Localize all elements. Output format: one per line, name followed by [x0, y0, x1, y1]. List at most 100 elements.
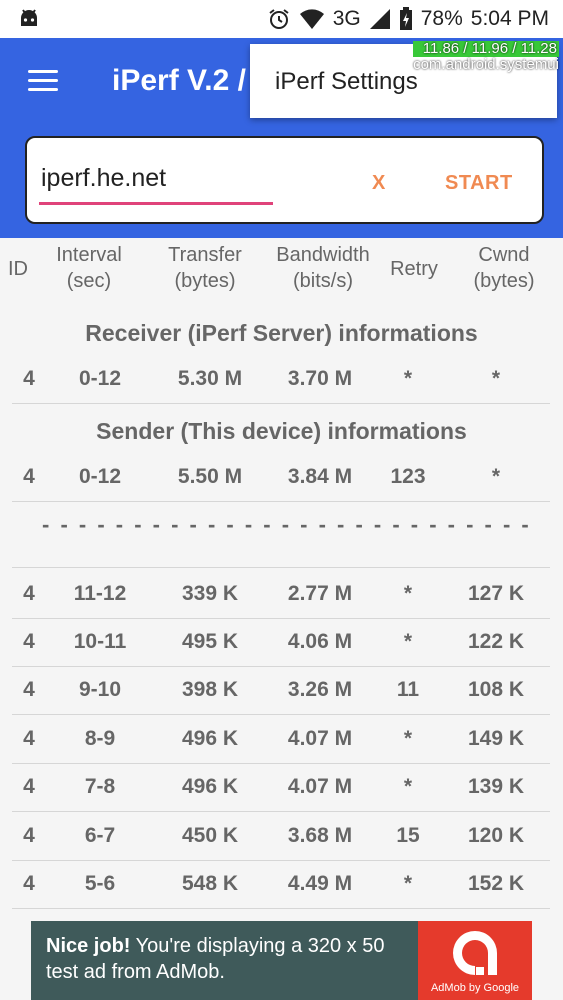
table-row: 4 9-10 398 K 3.26 M 11 108 K — [12, 666, 550, 715]
table-row: 4 5-6 548 K 4.49 M * 152 K — [12, 860, 550, 909]
sender-title: Sender (This device) informations — [96, 418, 467, 444]
cell-retry: 15 — [396, 824, 420, 847]
ad-text: Nice job! You're displaying a 320 x 50 t… — [46, 933, 416, 985]
clock: 5:04 PM — [470, 7, 549, 30]
cell-interval: 0-12 — [78, 367, 122, 390]
cell-transfer: 496 K — [181, 727, 239, 750]
signal-icon — [369, 9, 390, 29]
cell-retry: * — [403, 367, 413, 390]
cell-interval: 8-9 — [84, 727, 116, 750]
cell-bandwidth: 3.68 M — [287, 824, 353, 847]
cell-transfer: 339 K — [181, 582, 239, 605]
cell-transfer: 5.30 M — [177, 367, 243, 390]
menu-hamburger-icon[interactable] — [28, 68, 60, 92]
cell-bandwidth: 3.26 M — [287, 678, 353, 701]
cell-cwnd: 127 K — [467, 582, 525, 605]
header-id: ID — [8, 258, 28, 280]
clear-button[interactable]: X — [372, 172, 385, 195]
header-interval-unit: (sec) — [66, 270, 112, 292]
table-row: 4 11-12 339 K 2.77 M * 127 K — [12, 570, 550, 619]
cell-cwnd: 152 K — [467, 872, 525, 895]
cell-interval: 7-8 — [84, 775, 116, 798]
header-transfer-label: Transfer — [168, 244, 242, 266]
cell-id: 4 — [23, 727, 35, 750]
table-row: 4 7-8 496 K 4.07 M * 139 K — [12, 763, 550, 812]
cell-bandwidth: 4.06 M — [287, 630, 353, 653]
cell-transfer: 495 K — [181, 630, 239, 653]
host-input[interactable] — [41, 164, 271, 193]
cell-cwnd: 120 K — [467, 824, 525, 847]
cell-id: 4 — [23, 872, 35, 895]
ad-banner[interactable]: Nice job! You're displaying a 320 x 50 t… — [31, 921, 532, 1000]
cell-retry: * — [403, 630, 413, 653]
android-icon — [21, 9, 37, 26]
results-header: ID Interval (sec) Transfer (bytes) Bandw… — [0, 238, 563, 302]
cell-transfer: 450 K — [181, 824, 239, 847]
cell-retry: * — [403, 727, 413, 750]
cell-interval: 0-12 — [78, 465, 122, 488]
cell-bandwidth: 4.07 M — [287, 775, 353, 798]
ad-attribution: AdMob by Google — [430, 982, 520, 994]
admob-icon — [453, 931, 497, 975]
cell-transfer: 548 K — [181, 872, 239, 895]
table-row: 4 10-11 495 K 4.06 M * 122 K — [12, 618, 550, 667]
receiver-title: Receiver (iPerf Server) informations — [85, 320, 478, 346]
cell-interval: 10-11 — [73, 630, 127, 653]
sender-row: 4 0-12 5.50 M 3.84 M 123 * — [12, 453, 550, 502]
app-title: iPerf V.2 / — [112, 64, 246, 97]
cell-cwnd: 139 K — [467, 775, 525, 798]
cell-interval: 6-7 — [84, 824, 116, 847]
alarm-icon — [269, 9, 289, 29]
status-bar: 3G 78% 5:04 PM — [0, 0, 563, 38]
cell-cwnd: 108 K — [467, 678, 525, 701]
header-interval-label: Interval — [56, 244, 122, 266]
cell-cwnd: 122 K — [467, 630, 525, 653]
cell-retry: 123 — [390, 465, 426, 488]
header-bandwidth-unit: (bits/s) — [293, 270, 353, 292]
header-cwnd: Cwnd (bytes) — [462, 242, 546, 294]
header-cwnd-unit: (bytes) — [473, 270, 535, 292]
header-retry: Retry — [390, 258, 438, 280]
table-row: 4 6-7 450 K 3.68 M 15 120 K — [12, 812, 550, 861]
cell-bandwidth: 4.49 M — [287, 872, 353, 895]
receiver-row: 4 0-12 5.30 M 3.70 M * * — [12, 355, 550, 404]
cell-id: 4 — [23, 465, 35, 488]
menu-item-iperf-settings[interactable]: iPerf Settings — [275, 68, 418, 96]
header-bandwidth-label: Bandwidth — [276, 244, 370, 266]
cell-interval: 11-12 — [73, 582, 127, 605]
header-bandwidth: Bandwidth (bits/s) — [266, 242, 380, 294]
cell-transfer: 398 K — [181, 678, 239, 701]
cell-bandwidth: 4.07 M — [287, 727, 353, 750]
table-row: 4 8-9 496 K 4.07 M * 149 K — [12, 715, 550, 764]
cell-cwnd: * — [491, 465, 501, 488]
header-transfer: Transfer (bytes) — [158, 242, 252, 294]
cell-id: 4 — [23, 824, 35, 847]
cpu-overlay: 11.86 / 11.96 / 11.28 com.android.system… — [413, 41, 559, 73]
cell-bandwidth: 2.77 M — [287, 582, 353, 605]
battery-level: 78% — [420, 7, 463, 30]
wifi-icon — [299, 9, 324, 29]
cell-bandwidth: 3.84 M — [287, 465, 353, 488]
cell-id: 4 — [23, 582, 35, 605]
cell-interval: 5-6 — [84, 872, 116, 895]
cell-retry: 11 — [396, 678, 420, 701]
admob-logo: AdMob by Google — [418, 921, 532, 1000]
cell-id: 4 — [23, 630, 35, 653]
process-name: com.android.systemui — [413, 56, 559, 73]
cell-retry: * — [403, 872, 413, 895]
cell-cwnd: 149 K — [467, 727, 525, 750]
cell-retry: * — [403, 582, 413, 605]
cell-transfer: 5.50 M — [177, 465, 243, 488]
separator-row — [12, 520, 550, 568]
start-button[interactable]: START — [445, 172, 513, 195]
battery-charging-icon — [399, 7, 412, 30]
cell-id: 4 — [23, 775, 35, 798]
cell-interval: 9-10 — [78, 678, 122, 701]
network-type: 3G — [332, 7, 361, 30]
cell-id: 4 — [23, 678, 35, 701]
cell-bandwidth: 3.70 M — [287, 367, 353, 390]
cell-transfer: 496 K — [181, 775, 239, 798]
input-underline — [39, 202, 273, 205]
server-input-card: X START — [25, 136, 544, 224]
cell-cwnd: * — [491, 367, 501, 390]
